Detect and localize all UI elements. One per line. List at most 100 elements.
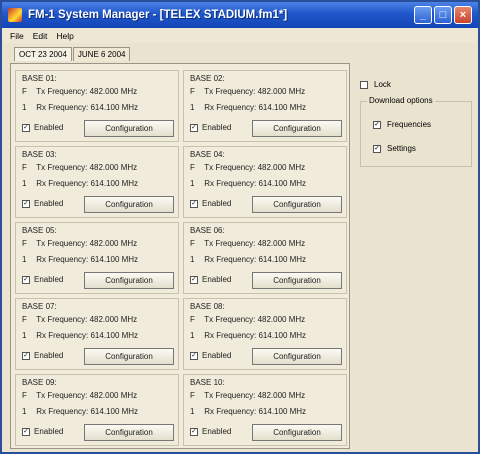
configuration-button[interactable]: Configuration: [84, 348, 174, 365]
tx-frequency: Tx Frequency: 482.000 MHz: [204, 239, 306, 248]
base-name: BASE 03:: [22, 150, 57, 159]
enabled-option[interactable]: ✓ Enabled: [190, 427, 231, 436]
menu-edit[interactable]: Edit: [33, 31, 48, 41]
configuration-button[interactable]: Configuration: [252, 348, 342, 365]
configuration-button[interactable]: Configuration: [252, 196, 342, 213]
enabled-label: Enabled: [202, 123, 232, 132]
enabled-checkbox[interactable]: ✓: [22, 123, 30, 132]
enabled-option[interactable]: ✓ Enabled: [190, 351, 231, 360]
base-name: BASE 05:: [22, 226, 57, 235]
enabled-checkbox[interactable]: ✓: [190, 427, 198, 436]
enabled-label: Enabled: [34, 123, 64, 132]
enabled-checkbox[interactable]: ✓: [22, 427, 30, 436]
settings-checkbox[interactable]: ✓: [373, 144, 381, 153]
enabled-label: Enabled: [202, 199, 232, 208]
tab-strip: OCT 23 2004 JUNE 6 2004: [14, 47, 131, 61]
frequencies-checkbox[interactable]: ✓: [373, 120, 381, 129]
enabled-checkbox[interactable]: ✓: [190, 275, 198, 284]
tx-code: F: [22, 391, 27, 400]
enabled-checkbox[interactable]: ✓: [190, 199, 198, 208]
configuration-button[interactable]: Configuration: [84, 120, 174, 137]
frequencies-label: Frequencies: [387, 120, 432, 129]
enabled-label: Enabled: [34, 275, 64, 284]
rx-code: 1: [22, 331, 27, 340]
tx-frequency: Tx Frequency: 482.000 MHz: [204, 87, 306, 96]
base-card: BASE 09: F Tx Frequency: 482.000 MHz 1 R…: [15, 374, 179, 446]
configuration-button[interactable]: Configuration: [252, 120, 342, 137]
configuration-button[interactable]: Configuration: [84, 196, 174, 213]
tx-frequency: Tx Frequency: 482.000 MHz: [36, 87, 138, 96]
tx-row: F Tx Frequency: 482.000 MHz: [22, 163, 137, 172]
tx-row: F Tx Frequency: 482.000 MHz: [190, 239, 305, 248]
app-icon: [8, 8, 22, 22]
enabled-label: Enabled: [34, 199, 64, 208]
base-name: BASE 10:: [190, 378, 225, 387]
base-name: BASE 02:: [190, 74, 225, 83]
tab-oct-23-2004[interactable]: OCT 23 2004: [14, 47, 72, 61]
base-card: BASE 04: F Tx Frequency: 482.000 MHz 1 R…: [183, 146, 347, 218]
configuration-button[interactable]: Configuration: [252, 424, 342, 441]
enabled-option[interactable]: ✓ Enabled: [190, 275, 231, 284]
maximize-button[interactable]: □: [434, 6, 452, 24]
rx-frequency: Rx Frequency: 614.100 MHz: [36, 255, 139, 264]
tx-code: F: [190, 163, 195, 172]
enabled-option[interactable]: ✓ Enabled: [22, 427, 63, 436]
rx-frequency: Rx Frequency: 614.100 MHz: [204, 407, 307, 416]
base-name: BASE 07:: [22, 302, 57, 311]
menu-file[interactable]: File: [10, 31, 24, 41]
enabled-label: Enabled: [202, 427, 232, 436]
configuration-button[interactable]: Configuration: [84, 424, 174, 441]
menu-help[interactable]: Help: [56, 31, 73, 41]
base-card: BASE 02: F Tx Frequency: 482.000 MHz 1 R…: [183, 70, 347, 142]
close-button[interactable]: ×: [454, 6, 472, 24]
tx-row: F Tx Frequency: 482.000 MHz: [190, 87, 305, 96]
enabled-option[interactable]: ✓ Enabled: [190, 123, 231, 132]
enabled-checkbox[interactable]: ✓: [22, 199, 30, 208]
enabled-checkbox[interactable]: ✓: [190, 123, 198, 132]
configuration-button[interactable]: Configuration: [84, 272, 174, 289]
rx-row: 1 Rx Frequency: 614.100 MHz: [190, 407, 306, 416]
tx-row: F Tx Frequency: 482.000 MHz: [190, 315, 305, 324]
enabled-option[interactable]: ✓ Enabled: [22, 199, 63, 208]
tab-june-6-2004[interactable]: JUNE 6 2004: [72, 47, 131, 61]
tx-code: F: [190, 87, 195, 96]
enabled-option[interactable]: ✓ Enabled: [22, 275, 63, 284]
enabled-option[interactable]: ✓ Enabled: [22, 123, 63, 132]
enabled-label: Enabled: [202, 275, 232, 284]
enabled-option[interactable]: ✓ Enabled: [22, 351, 63, 360]
enabled-checkbox[interactable]: ✓: [190, 351, 198, 360]
base-card: BASE 10: F Tx Frequency: 482.000 MHz 1 R…: [183, 374, 347, 446]
base-card: BASE 08: F Tx Frequency: 482.000 MHz 1 R…: [183, 298, 347, 370]
rx-code: 1: [190, 255, 195, 264]
rx-frequency: Rx Frequency: 614.100 MHz: [36, 331, 139, 340]
minimize-button[interactable]: _: [414, 6, 432, 24]
enabled-checkbox[interactable]: ✓: [22, 275, 30, 284]
app-window: FM-1 System Manager - [TELEX STADIUM.fm1…: [0, 0, 480, 454]
base-name: BASE 06:: [190, 226, 225, 235]
tx-row: F Tx Frequency: 482.000 MHz: [22, 391, 137, 400]
base-name: BASE 01:: [22, 74, 57, 83]
tx-code: F: [190, 391, 195, 400]
lock-option[interactable]: Lock: [360, 80, 391, 89]
tx-frequency: Tx Frequency: 482.000 MHz: [36, 315, 138, 324]
base-card: BASE 06: F Tx Frequency: 482.000 MHz 1 R…: [183, 222, 347, 294]
rx-row: 1 Rx Frequency: 614.100 MHz: [190, 255, 306, 264]
rx-code: 1: [190, 103, 195, 112]
base-name: BASE 04:: [190, 150, 225, 159]
settings-label: Settings: [387, 144, 416, 153]
title-bar: FM-1 System Manager - [TELEX STADIUM.fm1…: [2, 2, 478, 28]
settings-option[interactable]: ✓ Settings: [373, 144, 416, 153]
rx-code: 1: [190, 331, 195, 340]
enabled-option[interactable]: ✓ Enabled: [190, 199, 231, 208]
configuration-button[interactable]: Configuration: [252, 272, 342, 289]
rx-frequency: Rx Frequency: 614.100 MHz: [204, 103, 307, 112]
lock-checkbox[interactable]: [360, 80, 368, 89]
rx-code: 1: [190, 407, 195, 416]
rx-row: 1 Rx Frequency: 614.100 MHz: [22, 331, 138, 340]
tx-row: F Tx Frequency: 482.000 MHz: [22, 315, 137, 324]
enabled-checkbox[interactable]: ✓: [22, 351, 30, 360]
rx-code: 1: [22, 179, 27, 188]
frequencies-option[interactable]: ✓ Frequencies: [373, 120, 431, 129]
rx-code: 1: [190, 179, 195, 188]
rx-row: 1 Rx Frequency: 614.100 MHz: [190, 103, 306, 112]
